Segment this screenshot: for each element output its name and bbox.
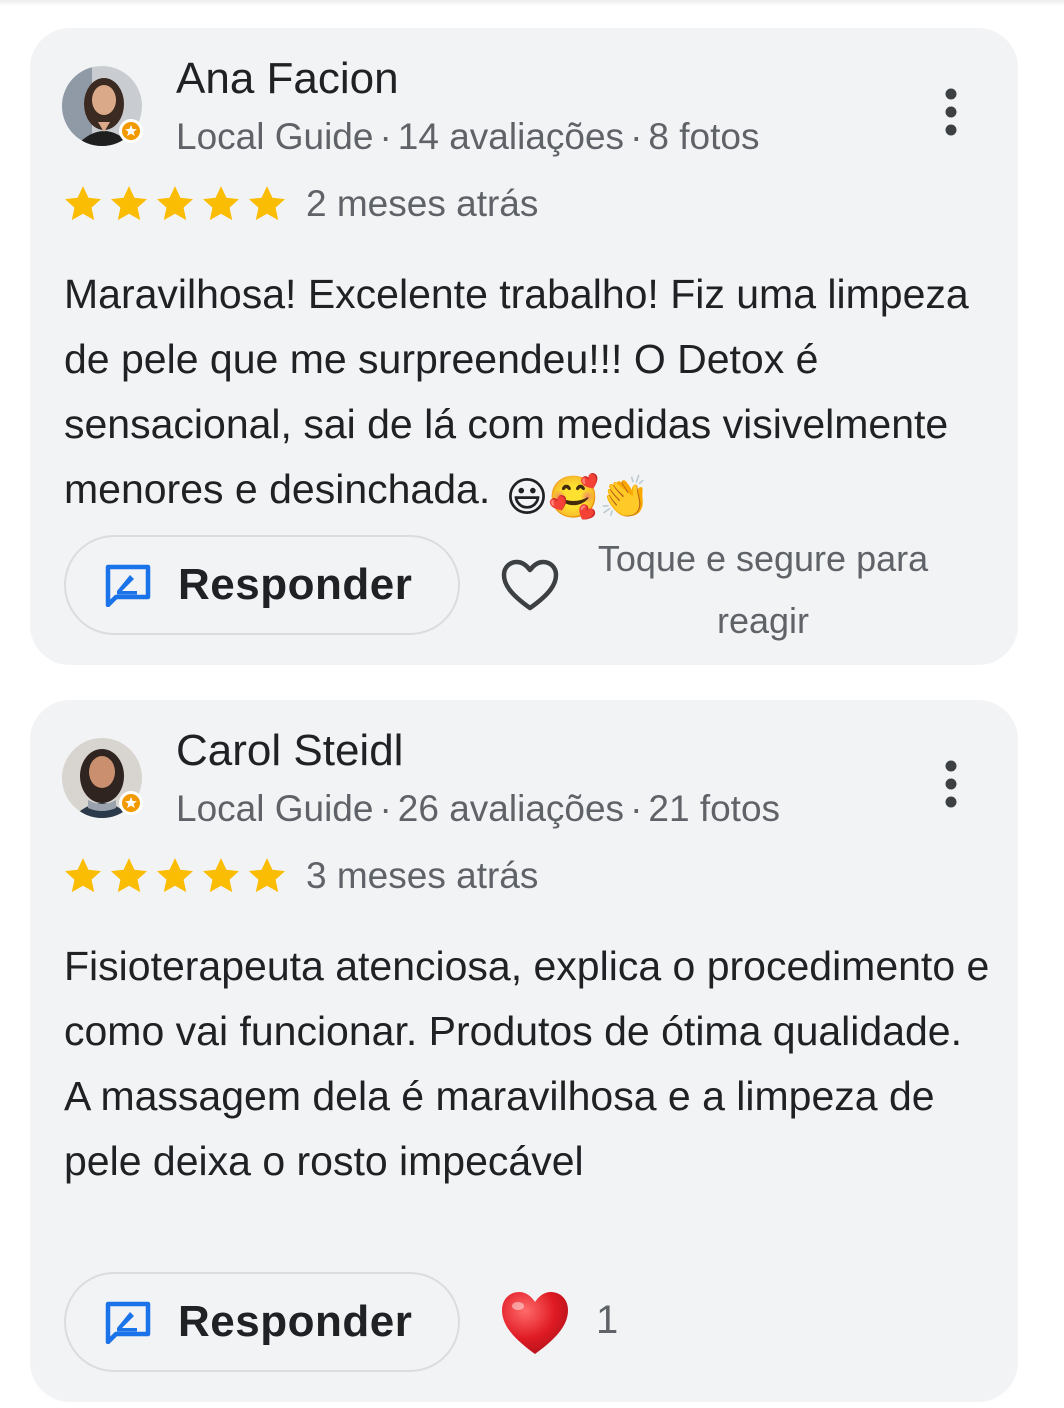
reviews-count: 26 avaliações [397, 788, 625, 829]
react-hint: Toque e segure para reagir [597, 538, 929, 641]
heart-filled-icon[interactable] [498, 1288, 572, 1358]
heart-outline-icon[interactable] [500, 558, 560, 614]
separator: · [630, 116, 643, 157]
reply-label: Responder [178, 560, 413, 609]
local-guide-label: Local Guide [176, 788, 374, 829]
reply-button[interactable]: Responder [64, 535, 460, 635]
star-icon [156, 858, 194, 893]
star-rating [62, 855, 288, 897]
star-icon [202, 186, 240, 221]
star-icon [156, 186, 194, 221]
review-text: Fisioterapeuta atenciosa, explica o proc… [64, 943, 990, 1184]
reaction-count: 1 [596, 1298, 619, 1342]
more-vert-icon[interactable] [936, 86, 966, 138]
star-icon [64, 858, 102, 893]
reviewer-meta: Local Guide · 14 avaliações · 8 fotos [176, 116, 759, 158]
avatar[interactable] [62, 738, 143, 818]
star-rating [62, 183, 288, 225]
reviewer-name[interactable]: Carol Steidl [176, 726, 403, 776]
local-guide-badge-icon [119, 791, 143, 815]
separator: · [379, 116, 392, 157]
star-icon [248, 186, 286, 221]
star-icon [110, 186, 148, 221]
local-guide-label: Local Guide [176, 116, 374, 157]
review-text: Maravilhosa! Excelente trabalho! Fiz uma… [64, 262, 994, 530]
star-icon [248, 858, 286, 893]
separator: · [379, 788, 392, 829]
review-date: 2 meses atrás [306, 183, 539, 224]
photos-count: 21 fotos [648, 788, 781, 829]
review-card: Carol Steidl Local Guide · 26 avaliações · 2… [30, 700, 1018, 1402]
reply-label: Responder [178, 1297, 413, 1346]
star-icon [110, 858, 148, 893]
reviewer-meta: Local Guide · 26 avaliações · 21 fotos [176, 788, 780, 830]
reviews-count: 14 avaliações [397, 116, 625, 157]
photos-count: 8 fotos [648, 116, 760, 157]
more-vert-icon[interactable] [936, 758, 966, 810]
reply-icon [105, 564, 151, 607]
reviewer-name[interactable]: Ana Facion [176, 54, 399, 104]
local-guide-badge-icon [119, 119, 143, 143]
emoji-reaction: 😃🥰👏 [505, 474, 651, 520]
reply-button[interactable]: Responder [64, 1272, 460, 1372]
star-icon [64, 186, 102, 221]
star-icon [202, 858, 240, 893]
avatar[interactable] [62, 66, 143, 146]
reply-icon [105, 1301, 151, 1344]
top-divider [0, 0, 1064, 6]
review-date: 3 meses atrás [306, 855, 539, 896]
review-card: Ana Facion Local Guide · 14 avaliações · 8 f… [30, 28, 1018, 665]
separator: · [630, 788, 643, 829]
